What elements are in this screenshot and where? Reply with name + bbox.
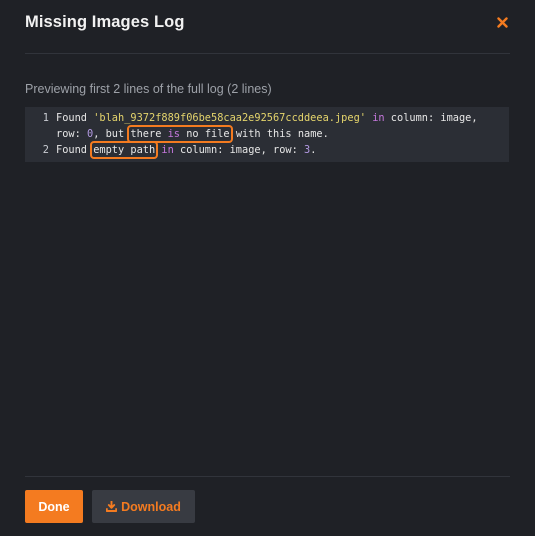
close-button[interactable] [494,13,510,31]
modal-title: Missing Images Log [25,13,185,31]
log-token: Found [56,112,94,124]
log-token: column: image, row: [173,144,304,156]
log-token: . [310,144,317,156]
log-preview-subtitle: Previewing first 2 lines of the full log… [25,82,272,96]
log-token: column: image, [384,112,478,124]
log-token: Found [56,144,94,156]
missing-images-log-modal: Missing Images Log Previewing first 2 li… [0,0,535,536]
modal-header: Missing Images Log [25,0,510,54]
download-label: Download [121,499,181,514]
line-number: 1 [42,112,49,124]
log-line-text: Found 'blah_9372f889f06be58caa2e92567ccd… [56,110,497,126]
line-number: 2 [42,144,49,156]
log-token: in [161,144,174,156]
log-token: , but [93,128,131,140]
close-icon [496,16,508,28]
download-button[interactable]: Download [92,490,195,523]
log-token: in [372,112,385,124]
log-token: row: [56,128,87,140]
footer-divider [25,476,510,477]
log-token: is [167,128,181,140]
highlight-box: there is no file [127,125,233,143]
highlight-box: empty path [90,141,159,159]
log-token: 'blah_9372f889f06be58caa2e92567ccddeea.j… [93,112,366,124]
log-line-text: row: 0, but there is no file with this n… [56,125,497,143]
download-icon [106,501,118,512]
log-token: empty path [93,144,156,156]
done-button[interactable]: Done [25,490,83,523]
log-token: there [130,128,168,140]
log-token: no file [180,128,230,140]
log-line-text: Found empty path in column: image, row: … [56,141,497,159]
log-token: with this name. [229,128,329,140]
log-code-block: 1 Found 'blah_9372f889f06be58caa2e92567c… [25,107,509,162]
